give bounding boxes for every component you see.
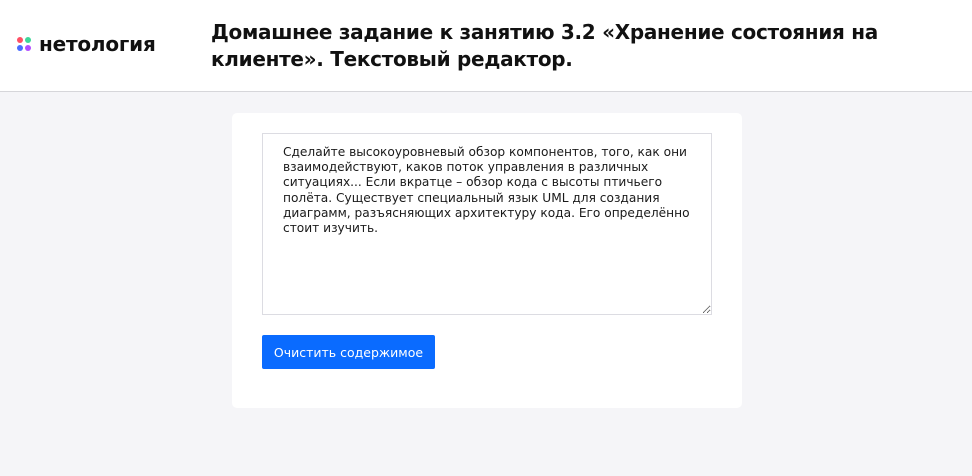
- netology-logo[interactable]: нетология: [17, 33, 156, 55]
- page-header: нетология Домашнее задание к занятию 3.2…: [0, 0, 972, 92]
- editor-card: Сделайте высокоуровневый обзор компонент…: [232, 113, 742, 408]
- logo-text: нетология: [39, 32, 156, 56]
- netology-logo-icon: [17, 36, 32, 52]
- text-editor[interactable]: Сделайте высокоуровневый обзор компонент…: [262, 133, 712, 315]
- clear-content-button[interactable]: Очистить содержимое: [262, 335, 435, 369]
- page-title: Домашнее задание к занятию 3.2 «Хранение…: [211, 20, 878, 71]
